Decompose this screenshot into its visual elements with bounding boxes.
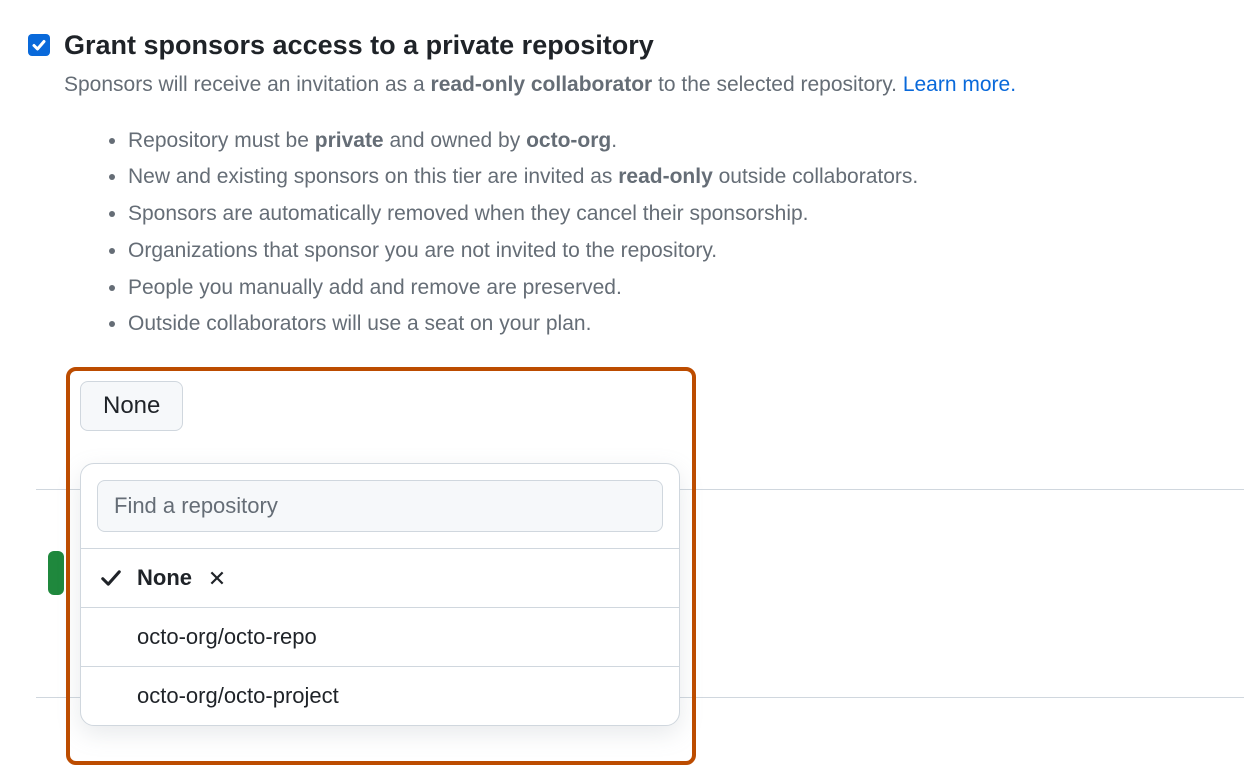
checkmark-icon [31,37,47,53]
list-item: Repository must be private and owned by … [128,123,1216,160]
dropdown-option-none[interactable]: None [81,548,679,607]
selected-check-icon [97,567,125,589]
learn-more-link[interactable]: Learn more. [903,73,1016,96]
option-description: Sponsors will receive an invitation as a… [64,69,1216,101]
clear-icon[interactable] [208,569,226,587]
repository-selector: None None octo-org/octo-repo [80,381,1216,431]
option-label: octo-org/octo-project [137,683,339,709]
search-wrap [81,464,679,548]
list-item: Organizations that sponsor you are not i… [128,233,1216,270]
repository-dropdown-panel: None octo-org/octo-repo octo-org/octo-pr… [80,463,680,726]
desc-text-bold: read-only collaborator [431,73,653,96]
repository-dropdown-toggle[interactable]: None [80,381,183,431]
list-item: Sponsors are automatically removed when … [128,196,1216,233]
desc-text-before: Sponsors will receive an invitation as a [64,73,431,96]
option-content: Grant sponsors access to a private repos… [64,28,1216,431]
grant-access-checkbox[interactable] [28,34,50,56]
dropdown-option-repo[interactable]: octo-org/octo-project [81,666,679,725]
desc-text-after: to the selected repository. [652,73,903,96]
green-indicator [48,551,64,595]
option-label: octo-org/octo-repo [137,624,317,650]
option-label: None [137,565,192,591]
list-item: New and existing sponsors on this tier a… [128,159,1216,196]
list-item: People you manually add and remove are p… [128,270,1216,307]
dropdown-option-repo[interactable]: octo-org/octo-repo [81,607,679,666]
info-list: Repository must be private and owned by … [128,123,1216,344]
grant-access-option: Grant sponsors access to a private repos… [28,28,1216,431]
repository-search-input[interactable] [97,480,663,532]
option-title: Grant sponsors access to a private repos… [64,28,1216,63]
list-item: Outside collaborators will use a seat on… [128,306,1216,343]
